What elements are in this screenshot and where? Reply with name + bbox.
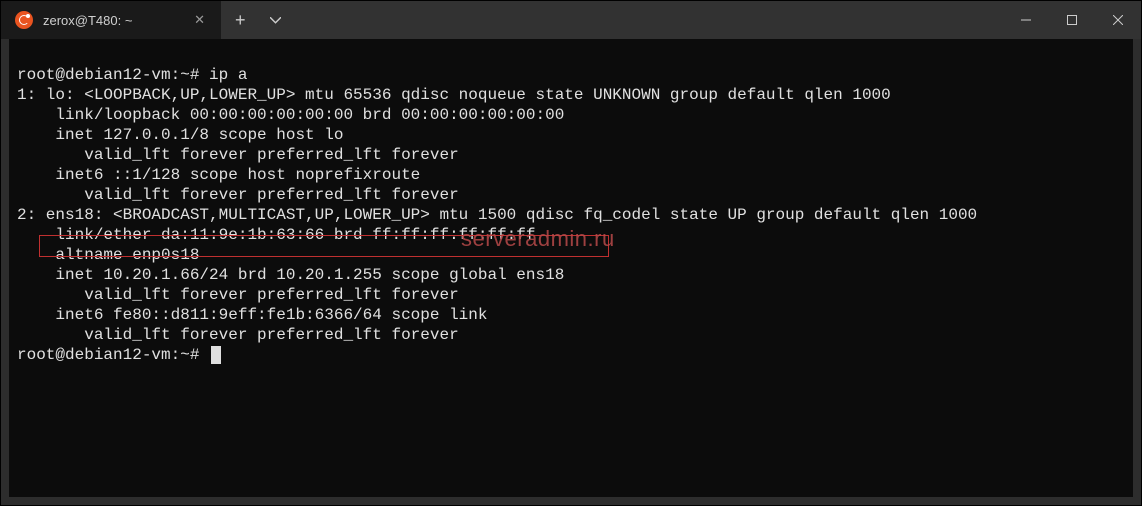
maximize-button[interactable] xyxy=(1049,1,1095,39)
terminal-body[interactable]: root@debian12-vm:~# ip a 1: lo: <LOOPBAC… xyxy=(9,39,1133,497)
output-line: inet 10.20.1.66/24 brd 10.20.1.255 scope… xyxy=(17,266,564,284)
prompt: root@debian12-vm:~# xyxy=(17,66,199,84)
output-line: valid_lft forever preferred_lft forever xyxy=(17,186,459,204)
output-line: inet6 ::1/128 scope host noprefixroute xyxy=(17,166,420,184)
command: ip a xyxy=(209,66,247,84)
output-line: 1: lo: <LOOPBACK,UP,LOWER_UP> mtu 65536 … xyxy=(17,86,891,104)
close-tab-icon[interactable]: ✕ xyxy=(188,10,211,30)
window-titlebar: zerox@T480: ~ ✕ + xyxy=(1,1,1141,39)
output-line: inet 127.0.0.1/8 scope host lo xyxy=(17,126,343,144)
output-line: link/loopback 00:00:00:00:00:00 brd 00:0… xyxy=(17,106,564,124)
ubuntu-icon xyxy=(15,11,33,29)
output-line: valid_lft forever preferred_lft forever xyxy=(17,326,459,344)
cursor xyxy=(211,346,221,364)
output-line: link/ether da:11:9e:1b:63:66 brd ff:ff:f… xyxy=(17,226,535,244)
close-window-button[interactable] xyxy=(1095,1,1141,39)
active-tab[interactable]: zerox@T480: ~ ✕ xyxy=(1,1,221,39)
output-line: inet6 fe80::d811:9eff:fe1b:6366/64 scope… xyxy=(17,306,487,324)
tab-dropdown-button[interactable] xyxy=(260,1,291,39)
output-line: altname enp0s18 xyxy=(17,246,199,264)
output-line: 2: ens18: <BROADCAST,MULTICAST,UP,LOWER_… xyxy=(17,206,977,224)
tab-title: zerox@T480: ~ xyxy=(43,13,188,28)
output-line: valid_lft forever preferred_lft forever xyxy=(17,146,459,164)
minimize-button[interactable] xyxy=(1003,1,1049,39)
new-tab-button[interactable]: + xyxy=(221,1,260,39)
prompt: root@debian12-vm:~# xyxy=(17,346,199,364)
window-controls xyxy=(1003,1,1141,39)
output-line: valid_lft forever preferred_lft forever xyxy=(17,286,459,304)
terminal-window: zerox@T480: ~ ✕ + root@debian12-vm:~# ip… xyxy=(0,0,1142,506)
